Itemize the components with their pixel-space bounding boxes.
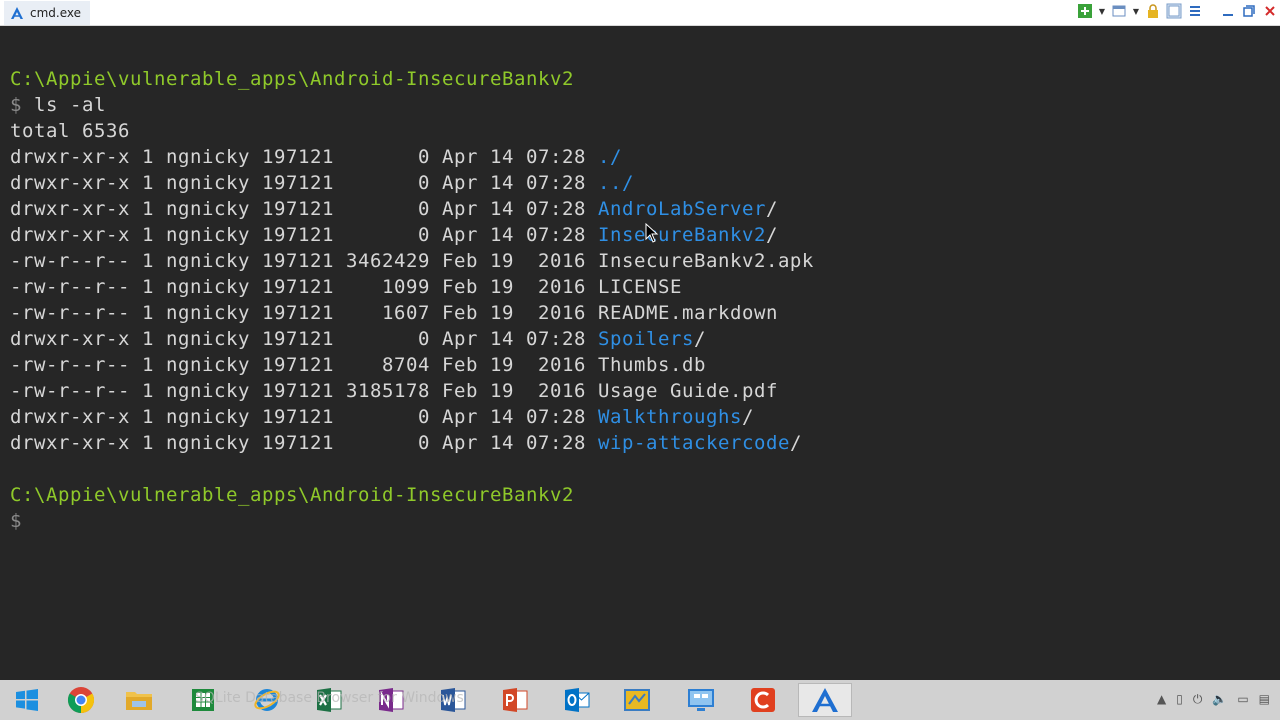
folder-icon bbox=[126, 692, 152, 710]
prompt-line[interactable]: $ bbox=[10, 508, 22, 534]
listing-row: drwxr-xr-x 1 ngnicky 197121 0 Apr 14 07:… bbox=[10, 326, 706, 352]
listing-row: drwxr-xr-x 1 ngnicky 197121 0 Apr 14 07:… bbox=[10, 222, 778, 248]
entry-meta: drwxr-xr-x 1 ngnicky 197121 0 Apr 14 07:… bbox=[10, 198, 598, 220]
lock-icon[interactable] bbox=[1145, 3, 1161, 19]
chrome-button[interactable] bbox=[54, 683, 108, 717]
prompt-path: C:\Appie\vulnerable_apps\Android-Insecur… bbox=[10, 68, 574, 90]
battery-icon[interactable]: ▯ bbox=[1176, 692, 1183, 707]
system-tray: ▲ ▯ ⏻ 🔈 ▭ ▤ bbox=[1157, 692, 1270, 707]
title-bar: cmd.exe ▼ ▼ bbox=[0, 0, 1280, 26]
remote-desktop-button[interactable] bbox=[674, 683, 728, 717]
mouse-pointer-icon bbox=[645, 223, 659, 243]
listing-row: -rw-r--r-- 1 ngnicky 197121 1607 Feb 19 … bbox=[10, 300, 778, 326]
file-name[interactable]: Usage Guide.pdf bbox=[598, 380, 778, 402]
file-explorer-button[interactable] bbox=[112, 683, 166, 717]
listing-row: drwxr-xr-x 1 ngnicky 197121 0 Apr 14 07:… bbox=[10, 404, 754, 430]
tray-expand-icon[interactable]: ▲ bbox=[1157, 692, 1166, 707]
ghost-window-title: SQLite Database Browser for Windows bbox=[195, 690, 464, 706]
directory-name[interactable]: ./ bbox=[598, 146, 622, 168]
entry-meta: drwxr-xr-x 1 ngnicky 197121 0 Apr 14 07:… bbox=[10, 224, 598, 246]
outlook-button[interactable] bbox=[550, 683, 604, 717]
dropdown-icon[interactable]: ▼ bbox=[1098, 3, 1106, 19]
volume-icon[interactable]: 🔈 bbox=[1212, 692, 1227, 707]
directory-suffix: / bbox=[765, 224, 778, 246]
console-tab[interactable]: cmd.exe bbox=[4, 1, 90, 25]
outlook-icon bbox=[565, 688, 590, 712]
listing-row: drwxr-xr-x 1 ngnicky 197121 0 Apr 14 07:… bbox=[10, 430, 802, 456]
directory-name[interactable]: wip-attackercode bbox=[598, 432, 790, 454]
action-center-icon[interactable]: ▤ bbox=[1259, 692, 1270, 707]
entry-meta: drwxr-xr-x 1 ngnicky 197121 0 Apr 14 07:… bbox=[10, 328, 598, 350]
cmder-button[interactable] bbox=[798, 683, 852, 717]
listing-row: -rw-r--r-- 1 ngnicky 197121 3462429 Feb … bbox=[10, 248, 814, 274]
listing-row: -rw-r--r-- 1 ngnicky 197121 3185178 Feb … bbox=[10, 378, 778, 404]
directory-suffix: / bbox=[741, 406, 754, 428]
directory-name[interactable]: InsecureBankv2 bbox=[598, 224, 766, 246]
map-app-button[interactable] bbox=[610, 683, 664, 717]
start-button[interactable] bbox=[0, 683, 54, 717]
listing-row: -rw-r--r-- 1 ngnicky 197121 1099 Feb 19 … bbox=[10, 274, 682, 300]
entry-meta: drwxr-xr-x 1 ngnicky 197121 0 Apr 14 07:… bbox=[10, 406, 598, 428]
prompt-symbol: $ bbox=[10, 94, 22, 116]
entry-meta: drwxr-xr-x 1 ngnicky 197121 0 Apr 14 07:… bbox=[10, 172, 598, 194]
cmder-logo-icon bbox=[11, 7, 23, 19]
powerpoint-button[interactable] bbox=[488, 683, 542, 717]
entry-meta: -rw-r--r-- 1 ngnicky 197121 3185178 Feb … bbox=[10, 380, 598, 402]
entry-meta: drwxr-xr-x 1 ngnicky 197121 0 Apr 14 07:… bbox=[10, 146, 598, 168]
maximize-icon[interactable] bbox=[1241, 3, 1257, 19]
listing-row: -rw-r--r-- 1 ngnicky 197121 8704 Feb 19 … bbox=[10, 352, 706, 378]
listing-row: drwxr-xr-x 1 ngnicky 197121 0 Apr 14 07:… bbox=[10, 170, 634, 196]
network-icon[interactable]: ▭ bbox=[1237, 692, 1248, 707]
file-name[interactable]: LICENSE bbox=[598, 276, 682, 298]
entry-meta: -rw-r--r-- 1 ngnicky 197121 1607 Feb 19 … bbox=[10, 302, 598, 324]
power-icon[interactable]: ⏻ bbox=[1193, 692, 1203, 707]
console-output[interactable]: C:\Appie\vulnerable_apps\Android-Insecur… bbox=[0, 26, 1280, 680]
map-icon bbox=[624, 689, 650, 711]
cmder-icon bbox=[812, 688, 838, 712]
prompt-path-2: C:\Appie\vulnerable_apps\Android-Insecur… bbox=[10, 484, 574, 506]
directory-suffix: / bbox=[765, 198, 778, 220]
title-toolbar: ▼ ▼ bbox=[1077, 3, 1278, 19]
close-icon[interactable] bbox=[1262, 3, 1278, 19]
directory-suffix: / bbox=[693, 328, 706, 350]
remote-desktop-icon bbox=[688, 689, 714, 711]
chrome-icon bbox=[67, 687, 95, 714]
file-name[interactable]: README.markdown bbox=[598, 302, 778, 324]
directory-name[interactable]: Walkthroughs bbox=[598, 406, 742, 428]
directory-name[interactable]: Spoilers bbox=[598, 328, 694, 350]
split-icon[interactable] bbox=[1166, 3, 1182, 19]
file-name[interactable]: Thumbs.db bbox=[598, 354, 706, 376]
tab-title: cmd.exe bbox=[30, 6, 82, 20]
file-name[interactable]: InsecureBankv2.apk bbox=[598, 250, 814, 272]
window-icon[interactable] bbox=[1111, 3, 1127, 19]
minimize-icon[interactable] bbox=[1220, 3, 1236, 19]
total-line: total 6536 bbox=[10, 120, 130, 142]
camtasia-button[interactable] bbox=[736, 683, 790, 717]
directory-suffix: / bbox=[789, 432, 802, 454]
entry-meta: drwxr-xr-x 1 ngnicky 197121 0 Apr 14 07:… bbox=[10, 432, 598, 454]
directory-name[interactable]: ../ bbox=[598, 172, 634, 194]
entry-meta: -rw-r--r-- 1 ngnicky 197121 8704 Feb 19 … bbox=[10, 354, 598, 376]
camtasia-icon bbox=[751, 688, 775, 712]
listing-row: drwxr-xr-x 1 ngnicky 197121 0 Apr 14 07:… bbox=[10, 196, 778, 222]
entry-meta: -rw-r--r-- 1 ngnicky 197121 3462429 Feb … bbox=[10, 250, 598, 272]
menu-icon[interactable] bbox=[1187, 3, 1203, 19]
directory-name[interactable]: AndroLabServer bbox=[598, 198, 766, 220]
windows-logo-icon bbox=[16, 689, 38, 711]
command-line: $ ls -al bbox=[10, 92, 106, 118]
dropdown-icon[interactable]: ▼ bbox=[1132, 3, 1140, 19]
add-tab-icon[interactable] bbox=[1077, 3, 1093, 19]
prompt-symbol-2: $ bbox=[10, 510, 22, 532]
command-text: ls -al bbox=[22, 94, 106, 116]
taskbar: ▲ ▯ ⏻ 🔈 ▭ ▤ bbox=[0, 680, 1280, 720]
listing-row: drwxr-xr-x 1 ngnicky 197121 0 Apr 14 07:… bbox=[10, 144, 622, 170]
powerpoint-icon bbox=[503, 688, 528, 712]
entry-meta: -rw-r--r-- 1 ngnicky 197121 1099 Feb 19 … bbox=[10, 276, 598, 298]
